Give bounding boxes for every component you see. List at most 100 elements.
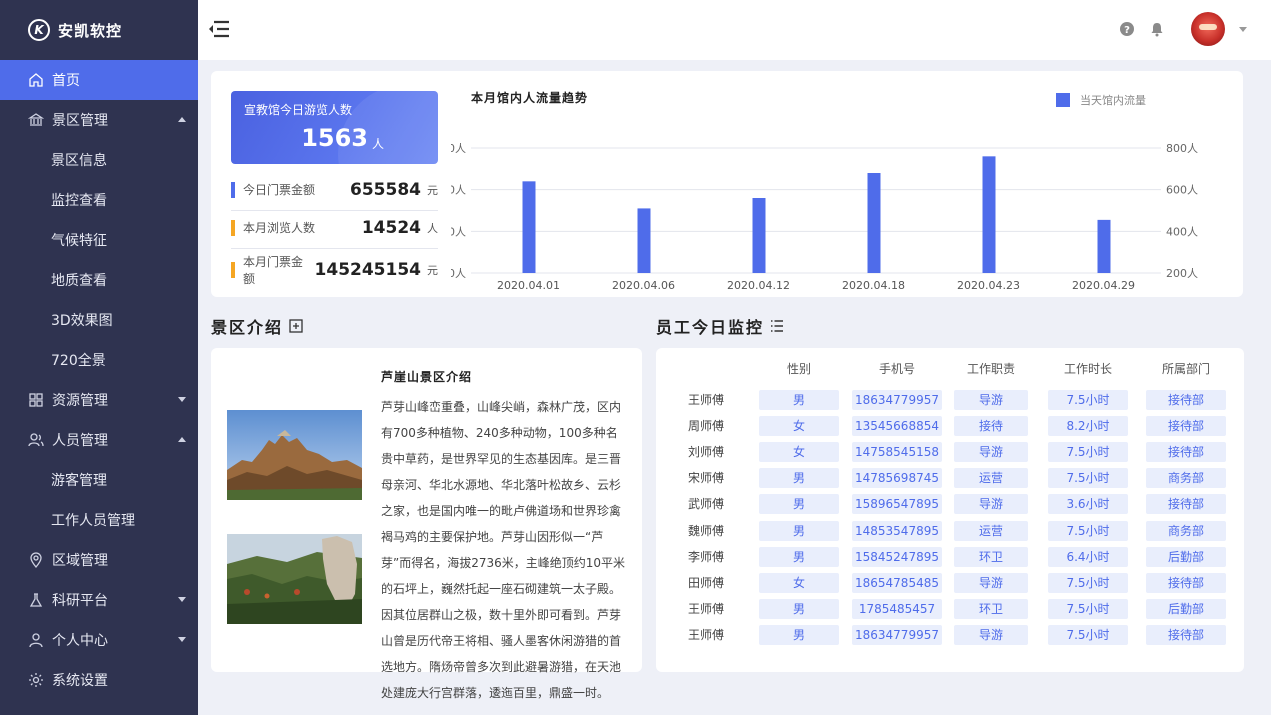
phone-cell: 18654785485: [852, 572, 942, 593]
staff-table-header: 性别 手机号 工作职责 工作时长 所属部门: [656, 360, 1244, 380]
duty-cell: 导游: [954, 442, 1028, 463]
grid-icon: [28, 392, 44, 408]
hours-cell: 6.4小时: [1048, 546, 1128, 567]
y-tick-label-left: 400人: [451, 225, 466, 238]
sidebar-item-resources[interactable]: 资源管理: [0, 380, 198, 420]
stat-value: 145245154: [314, 260, 421, 280]
phone-cell: 14758545158: [852, 442, 942, 463]
table-row: 武师傅 男 15896547895 导游 3.6小时 接待部: [656, 494, 1244, 515]
sidebar-item-label: 景区管理: [52, 113, 108, 129]
section-title: 员工今日监控: [656, 318, 765, 337]
stat-value: 14524: [361, 217, 421, 238]
flask-icon: [28, 592, 44, 608]
phone-cell: 13545668854: [852, 416, 942, 437]
brand-logo: K: [28, 19, 50, 41]
visitor-title: 宣教馆今日游览人数: [244, 103, 353, 117]
staff-section-heading: 员工今日监控: [656, 314, 784, 338]
staff-name: 王师傅: [687, 627, 724, 642]
sidebar-subitem-visitors[interactable]: 游客管理: [0, 460, 198, 500]
staff-name: 宋师傅: [687, 471, 724, 486]
duty-cell: 导游: [954, 572, 1028, 593]
caret-down-icon: [178, 597, 186, 602]
duty-cell: 运营: [954, 468, 1028, 489]
table-row: 李师傅 男 15845247895 环卫 6.4小时 后勤部: [656, 546, 1244, 567]
sidebar-item-personnel[interactable]: 人员管理: [0, 420, 198, 460]
sidebar-subitem-monitor[interactable]: 监控查看: [0, 180, 198, 220]
table-row: 田师傅 女 18654785485 导游 7.5小时 接待部: [656, 572, 1244, 593]
mountain-photo-1: [227, 410, 362, 500]
sidebar-item-label: 个人中心: [52, 633, 108, 649]
x-tick-label: 2020.04.12: [727, 279, 790, 291]
gender-cell: 女: [759, 572, 839, 593]
sidebar-subitem-720[interactable]: 720全景: [0, 340, 198, 380]
stat-label: 本月浏览人数: [243, 221, 316, 235]
sidebar-item-scenic[interactable]: 景区管理: [0, 100, 198, 140]
user-icon: [28, 632, 44, 648]
sidebar-item-home[interactable]: 首页: [0, 60, 198, 100]
stat-unit: 元: [427, 183, 438, 197]
avatar[interactable]: [1191, 12, 1225, 46]
department-cell: 商务部: [1146, 520, 1226, 541]
hours-cell: 7.5小时: [1048, 520, 1128, 541]
sidebar-item-area[interactable]: 区域管理: [0, 540, 198, 580]
stat-label: 今日门票金额: [243, 183, 316, 197]
gender-cell: 女: [759, 416, 839, 437]
gender-cell: 男: [759, 546, 839, 567]
help-icon[interactable]: ?: [1119, 21, 1135, 37]
stat-value: 655584: [350, 179, 421, 200]
sidebar-item-research[interactable]: 科研平台: [0, 580, 198, 620]
legend-label: 当天馆内流量: [1080, 94, 1146, 107]
gender-cell: 男: [759, 494, 839, 515]
stat-marker: [231, 181, 235, 198]
users-icon: [28, 432, 44, 448]
staff-name: 王师傅: [687, 393, 724, 407]
brand: K 安凯软控: [0, 0, 198, 60]
stat-marker: [231, 262, 235, 278]
chart-legend: 当天馆内流量: [1056, 92, 1146, 108]
sidebar: K 安凯软控 首页 景区管理 景区信息 监控查看 气候特征 地质查看 3D效果图…: [0, 0, 198, 715]
sidebar-subitem-scenic-info[interactable]: 景区信息: [0, 140, 198, 180]
phone-cell: 18634779957: [852, 390, 942, 410]
staff-name: 魏师傅: [687, 523, 724, 538]
svg-text:?: ?: [1124, 25, 1130, 36]
stat-row-today-ticket: 今日门票金额 655584 元: [231, 169, 438, 211]
chart-bar: [752, 198, 766, 273]
department-cell: 接待部: [1146, 494, 1226, 515]
y-tick-label-right: 200人: [1166, 267, 1198, 280]
sidebar-item-label: 科研平台: [52, 593, 108, 609]
staff-monitor-card: 性别 手机号 工作职责 工作时长 所属部门 王师傅男 18634779957 导游 7…: [656, 348, 1244, 672]
stat-label: 本月门票金额: [243, 255, 304, 286]
visitor-flow-chart: 200人 200人 400人 400人 600人 600人 800人 800人 2020.04.…: [451, 142, 1198, 291]
sidebar-subitem-geology[interactable]: 地质查看: [0, 260, 198, 300]
sidebar-subitem-3d[interactable]: 3D效果图: [0, 300, 198, 340]
staff-name: 李师傅: [687, 549, 724, 564]
sidebar-item-personal[interactable]: 个人中心: [0, 620, 198, 660]
caret-up-icon: [178, 437, 186, 442]
sidebar-item-label: 首页: [52, 73, 80, 89]
gender-cell: 男: [759, 624, 839, 645]
staff-name: 周师傅: [687, 419, 724, 434]
sidebar-item-settings[interactable]: 系统设置: [0, 660, 198, 700]
phone-cell: 1785485457: [852, 598, 942, 619]
chart-bar: [1097, 219, 1111, 273]
sidebar-subitem-climate[interactable]: 气候特征: [0, 220, 198, 260]
department-cell: 后勤部: [1146, 598, 1226, 619]
gender-cell: 男: [759, 468, 839, 489]
table-row: 刘师傅 女 14758545158 导游 7.5小时 接待部: [656, 442, 1244, 463]
y-tick-label-right: 600人: [1166, 184, 1198, 197]
department-cell: 接待部: [1146, 572, 1226, 593]
column-header: 手机号: [878, 362, 915, 376]
bell-icon[interactable]: [1149, 21, 1165, 37]
intro-text: 芦芽山峰峦重叠，山峰尖峭，森林广茂，区内有700多种植物、240多种动物，100…: [381, 400, 626, 700]
add-square-icon[interactable]: [289, 319, 303, 333]
hours-cell: 7.5小时: [1048, 572, 1128, 593]
list-icon[interactable]: [770, 319, 784, 333]
chart-bar: [637, 208, 651, 273]
duty-cell: 导游: [954, 624, 1028, 645]
hours-cell: 8.2小时: [1048, 416, 1128, 437]
menu-fold-icon[interactable]: [208, 20, 230, 38]
chevron-down-icon[interactable]: [1239, 26, 1247, 32]
table-row: 王师傅 男 1785485457 环卫 7.5小时 后勤部: [656, 598, 1244, 619]
sidebar-subitem-staff[interactable]: 工作人员管理: [0, 500, 198, 540]
phone-cell: 14785698745: [852, 468, 942, 489]
